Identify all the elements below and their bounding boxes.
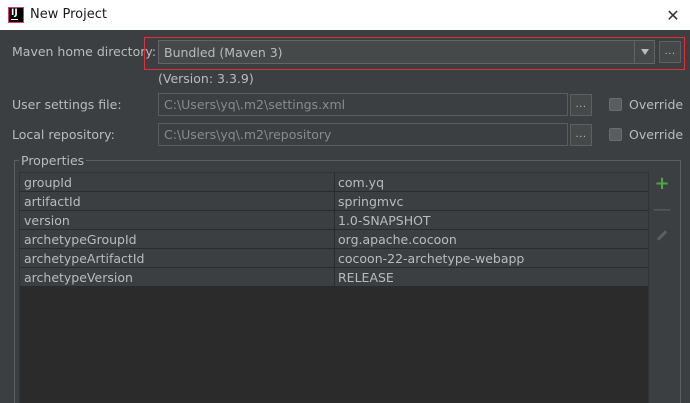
local-repo-field[interactable]: C:\Users\yq\.m2\repository [158, 123, 568, 146]
table-row[interactable]: artifactId springmvc [20, 192, 648, 211]
user-settings-label: User settings file: [12, 97, 122, 112]
property-key: version [24, 213, 70, 228]
property-value: com.yq [338, 175, 385, 190]
property-value: springmvc [338, 194, 404, 209]
intellij-app-icon: IJ [8, 7, 24, 23]
properties-title: Properties [19, 153, 87, 168]
table-row[interactable]: archetypeGroupId org.apache.cocoon [20, 230, 648, 249]
pencil-icon [656, 229, 668, 241]
property-key: artifactId [24, 194, 81, 209]
table-row[interactable]: version 1.0-SNAPSHOT [20, 211, 648, 230]
add-property-button[interactable]: + [654, 173, 670, 194]
maven-home-label: Maven home directory: [12, 44, 157, 59]
local-repo-label: Local repository: [12, 127, 115, 142]
user-settings-browse-button[interactable]: ... [570, 94, 592, 116]
property-key: archetypeGroupId [24, 232, 137, 247]
property-value: org.apache.cocoon [338, 232, 457, 247]
property-value: cocoon-22-archetype-webapp [338, 251, 525, 266]
minus-icon: — [653, 199, 671, 220]
table-row[interactable]: groupId com.yq [20, 173, 648, 192]
property-key: archetypeVersion [24, 270, 133, 285]
user-settings-field[interactable]: C:\Users\yq\.m2\settings.xml [158, 93, 568, 116]
maven-home-combo[interactable]: Bundled (Maven 3) [158, 40, 655, 64]
plus-icon: + [654, 173, 670, 194]
local-repo-browse-button[interactable]: ... [570, 124, 592, 146]
properties-table[interactable]: groupId com.yq artifactId springmvc vers… [19, 172, 649, 403]
table-row[interactable]: archetypeArtifactId cocoon-22-archetype-… [20, 249, 648, 268]
title-bar: IJ New Project ✕ [0, 0, 690, 30]
property-value: RELEASE [338, 270, 394, 285]
table-row[interactable]: archetypeVersion RELEASE [20, 268, 648, 287]
chevron-down-icon[interactable] [634, 41, 654, 63]
maven-home-browse-button[interactable]: ... [659, 41, 681, 63]
close-icon[interactable]: ✕ [662, 4, 684, 26]
window-title: New Project [30, 7, 107, 22]
remove-property-button[interactable]: — [653, 199, 671, 220]
user-settings-override-checkbox[interactable] [609, 98, 622, 111]
user-settings-override-label[interactable]: Override [629, 97, 683, 112]
maven-version-text: (Version: 3.3.9) [158, 71, 254, 86]
property-key: groupId [24, 175, 72, 190]
local-repo-override-label[interactable]: Override [629, 127, 683, 142]
maven-home-value: Bundled (Maven 3) [164, 45, 283, 60]
edit-property-button[interactable] [655, 228, 669, 242]
property-value: 1.0-SNAPSHOT [338, 213, 431, 228]
property-key: archetypeArtifactId [24, 251, 145, 266]
local-repo-override-checkbox[interactable] [609, 128, 622, 141]
